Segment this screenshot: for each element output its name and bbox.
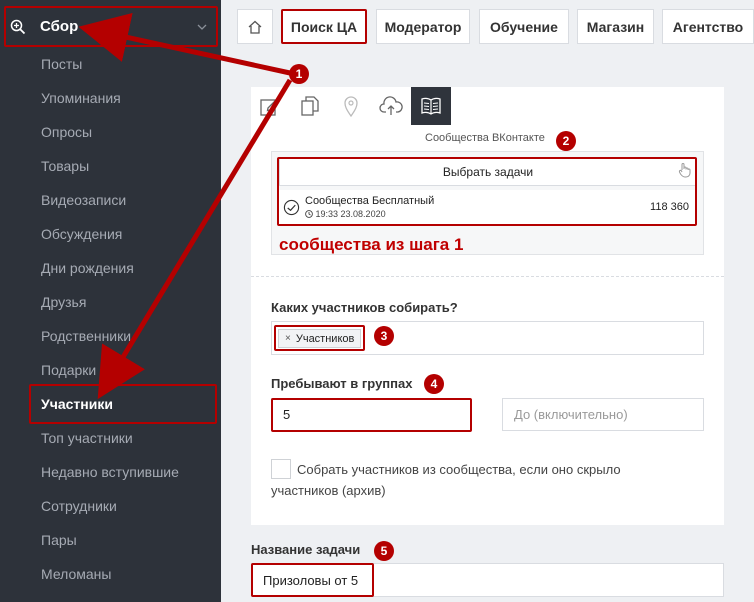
step-badge-3: 3 [374, 326, 394, 346]
arrow-to-collect [78, 12, 291, 76]
step-badge-4: 4 [424, 374, 444, 394]
annotation-arrows [78, 12, 293, 400]
step-badge-5: 5 [374, 541, 394, 561]
arrow-to-members [97, 78, 293, 400]
step-badge-2: 2 [556, 131, 576, 151]
step-badge-1: 1 [289, 64, 309, 84]
